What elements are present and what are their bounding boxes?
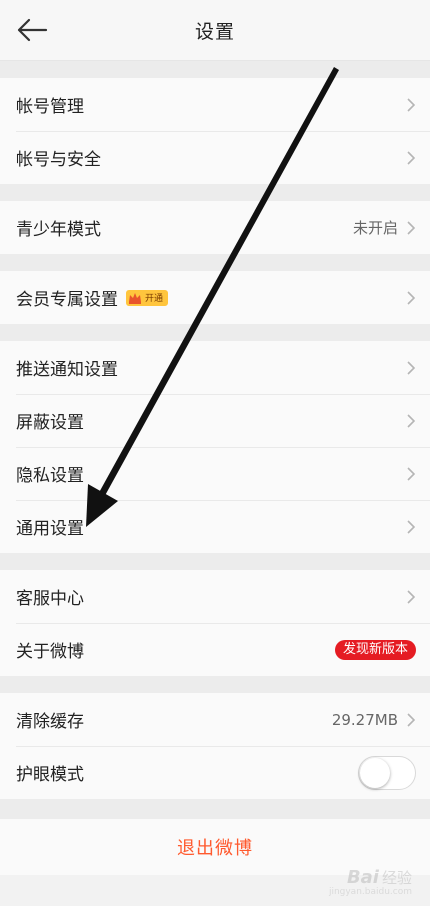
top-bar: 设置 [0, 0, 430, 61]
crown-icon [129, 292, 141, 304]
section-gap [0, 676, 430, 693]
account-management-label: 帐号管理 [16, 97, 84, 117]
eye-care-mode-item: 护眼模式 [0, 746, 430, 799]
customer-service-label: 客服中心 [16, 589, 84, 609]
teen-mode-label: 青少年模式 [16, 220, 101, 240]
push-notification-label: 推送通知设置 [16, 360, 118, 380]
block-settings-item[interactable]: 屏蔽设置 [0, 394, 430, 447]
clear-cache-label: 清除缓存 [16, 712, 84, 732]
chevron-right-icon [407, 589, 416, 604]
teen-mode-status: 未开启 [352, 219, 398, 237]
account-security-item[interactable]: 帐号与安全 [0, 131, 430, 184]
chevron-right-icon [407, 413, 416, 428]
privacy-settings-label: 隐私设置 [16, 466, 84, 486]
new-version-badge: 发现新版本 [334, 639, 416, 660]
chevron-right-icon [407, 97, 416, 112]
teen-mode-item[interactable]: 青少年模式 未开启 [0, 201, 430, 254]
account-group: 帐号管理 帐号与安全 [0, 78, 430, 184]
account-security-label: 帐号与安全 [16, 150, 101, 170]
eye-care-mode-label: 护眼模式 [16, 765, 84, 785]
vip-settings-label: 会员专属设置 [16, 290, 118, 310]
toggle-knob [360, 757, 390, 788]
general-settings-label: 通用设置 [16, 519, 84, 539]
section-gap [0, 553, 430, 570]
watermark-url: jingyan.baidu.com [328, 887, 412, 897]
watermark-logo: Bai [346, 867, 379, 888]
chevron-right-icon [407, 466, 416, 481]
section-gap [0, 184, 430, 201]
chevron-right-icon [407, 150, 416, 165]
misc-group: 清除缓存 29.27MB 护眼模式 [0, 693, 430, 799]
chevron-right-icon [407, 712, 416, 727]
vip-group: 会员专属设置 开通 [0, 271, 430, 324]
watermark-text: 经验 [381, 869, 412, 887]
arrow-left-icon [17, 18, 48, 42]
eye-care-toggle[interactable] [358, 755, 416, 790]
back-button[interactable] [14, 14, 50, 46]
privacy-settings-item[interactable]: 隐私设置 [0, 447, 430, 500]
push-notification-item[interactable]: 推送通知设置 [0, 341, 430, 394]
clear-cache-item[interactable]: 清除缓存 29.27MB [0, 693, 430, 746]
about-weibo-label: 关于微博 [16, 642, 84, 662]
customer-service-item[interactable]: 客服中心 [0, 570, 430, 623]
general-group: 推送通知设置 屏蔽设置 隐私设置 通用设置 [0, 341, 430, 553]
page-title: 设置 [194, 20, 235, 43]
section-gap [0, 799, 430, 819]
chevron-right-icon [407, 519, 416, 534]
vip-settings-item[interactable]: 会员专属设置 开通 [0, 271, 430, 324]
about-weibo-item[interactable]: 关于微博 发现新版本 [0, 623, 430, 676]
logout-label: 退出微博 [177, 838, 253, 859]
section-gap [0, 61, 430, 78]
chevron-right-icon [407, 290, 416, 305]
account-management-item[interactable]: 帐号管理 [0, 78, 430, 131]
teen-group: 青少年模式 未开启 [0, 201, 430, 254]
section-gap [0, 324, 430, 341]
chevron-right-icon [407, 220, 416, 235]
cache-size: 29.27MB [331, 710, 398, 729]
service-group: 客服中心 关于微博 发现新版本 [0, 570, 430, 676]
section-gap [0, 254, 430, 271]
block-settings-label: 屏蔽设置 [16, 413, 84, 433]
general-settings-item[interactable]: 通用设置 [0, 500, 430, 553]
vip-badge-text: 开通 [145, 294, 164, 304]
chevron-right-icon [407, 360, 416, 375]
vip-open-badge: 开通 [126, 289, 169, 306]
baidu-jingyan-watermark: Bai 经验 jingyan.baidu.com [329, 867, 412, 897]
